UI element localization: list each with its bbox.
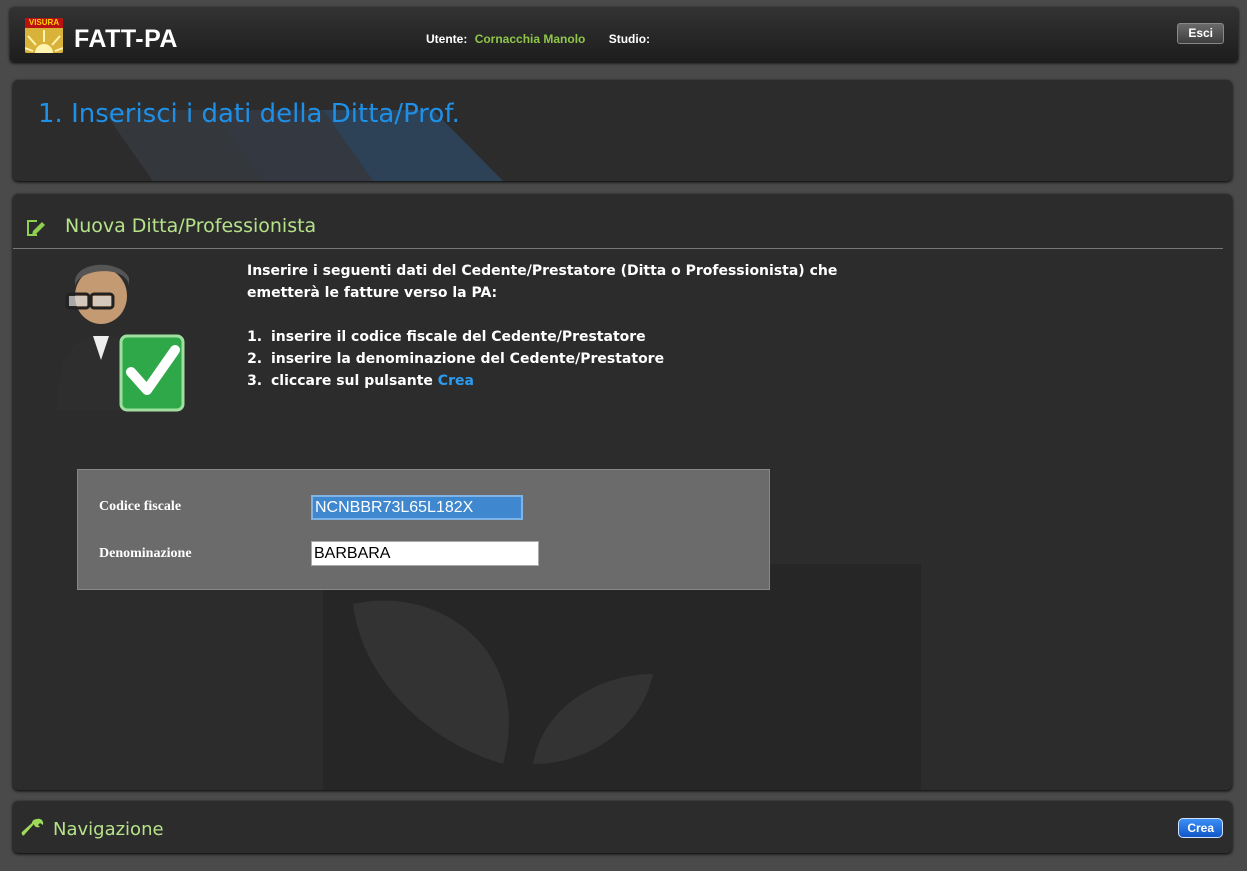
- user-avatar-icon: [57, 264, 185, 412]
- main-panel: Nuova Ditta/Professionista Inserire i se…: [13, 194, 1232, 790]
- instructions-list: inserire il codice fiscale del Cedente/P…: [247, 326, 867, 392]
- studio-label: Studio:: [608, 32, 651, 46]
- app-logo: VISURA: [25, 18, 63, 53]
- user-name: Cornacchia Manolo: [474, 32, 586, 46]
- instruction-step-2: inserire la denominazione del Cedente/Pr…: [267, 348, 867, 370]
- chevron-decoration-icon: [103, 110, 503, 181]
- instructions: Inserire i seguenti dati del Cedente/Pre…: [247, 260, 867, 392]
- company-form: Codice fiscale Denominazione: [77, 469, 770, 590]
- codice-fiscale-label: Codice fiscale: [99, 499, 182, 514]
- user-info: Utente: Cornacchia Manolo Studio:: [426, 32, 650, 46]
- user-label: Utente:: [426, 32, 468, 46]
- navigation-title: Navigazione: [53, 819, 164, 840]
- instruction-step-3-text: cliccare sul pulsante: [271, 373, 438, 389]
- denominazione-label: Denominazione: [99, 546, 192, 561]
- instructions-intro: Inserire i seguenti dati del Cedente/Pre…: [247, 263, 838, 301]
- sun-icon: [25, 28, 63, 53]
- logo-text: VISURA: [25, 18, 63, 28]
- app-title: FATT-PA: [74, 25, 178, 53]
- instruction-step-3: cliccare sul pulsante Crea: [267, 370, 867, 392]
- section-header: Nuova Ditta/Professionista: [13, 194, 1223, 249]
- denominazione-input[interactable]: [311, 541, 539, 566]
- codice-fiscale-input[interactable]: [311, 495, 523, 520]
- top-bar: VISURA FATT-PA Utente: Cornacchia Manolo…: [10, 7, 1238, 62]
- exit-button[interactable]: Esci: [1177, 23, 1224, 44]
- step-panel: 1. Inserisci i dati della Ditta/Prof.: [13, 80, 1232, 181]
- wrench-icon: [21, 818, 44, 836]
- instruction-step-1: inserire il codice fiscale del Cedente/P…: [267, 326, 867, 348]
- section-title: Nuova Ditta/Professionista: [65, 215, 317, 237]
- leaf-watermark-icon: [323, 564, 921, 790]
- create-button[interactable]: Crea: [1178, 818, 1223, 838]
- navigation-panel: Navigazione Crea: [13, 801, 1232, 853]
- step-title: 1. Inserisci i dati della Ditta/Prof.: [38, 99, 460, 129]
- instruction-highlight-crea: Crea: [437, 373, 474, 389]
- edit-icon: [27, 220, 45, 236]
